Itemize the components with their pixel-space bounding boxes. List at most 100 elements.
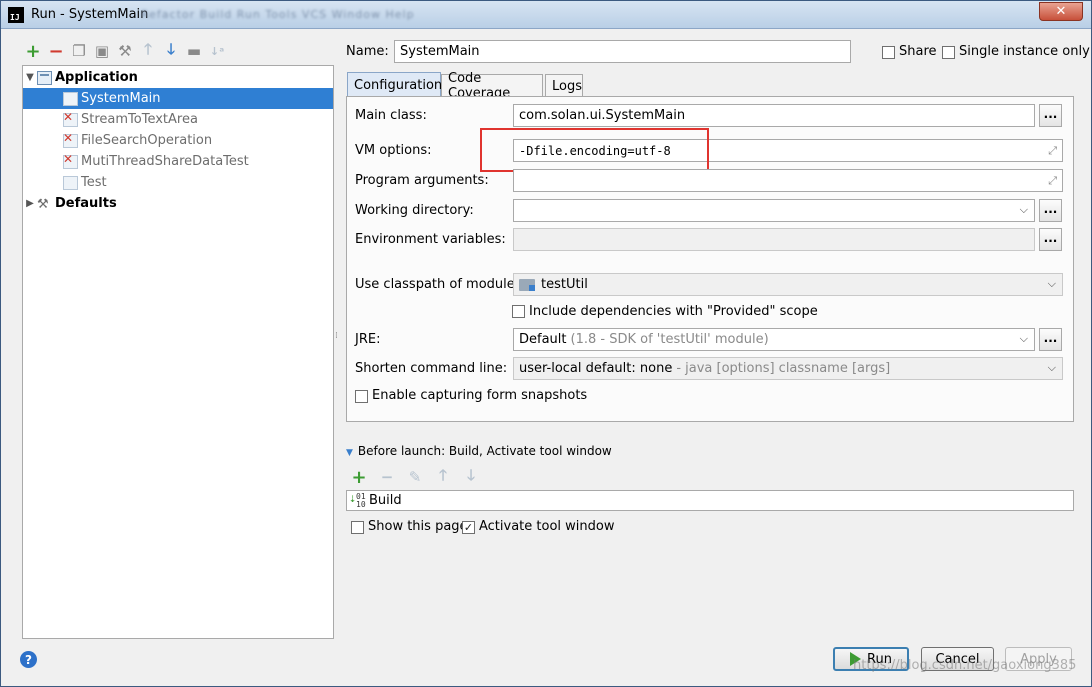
working-directory-label: Working directory: [355, 203, 474, 218]
watermark-text: https://blog.csdn.net/gaoxiong385 [853, 658, 1077, 673]
config-tree[interactable]: ▼ Application SystemMain ✕ StreamToTextA… [22, 65, 334, 639]
tree-label: Defaults [55, 196, 117, 211]
main-class-input[interactable]: com.solan.ui.SystemMain [513, 104, 1035, 127]
build-icon: ⇣ 01 10 [349, 490, 366, 509]
classpath-module-label: Use classpath of module: [355, 277, 520, 292]
program-arguments-input[interactable]: ⤢ [513, 169, 1063, 192]
chevron-down-icon[interactable]: ▼ [23, 72, 37, 83]
arrow-up-icon: 🡑 [144, 39, 152, 58]
before-launch-title: Before launch: Build, Activate tool wind… [357, 444, 612, 458]
config-error-icon: ✕ [63, 110, 78, 127]
tree-item-filesearchoperation[interactable]: ✕ FileSearchOperation [23, 130, 333, 151]
environment-variables-browse-button[interactable]: ... [1039, 228, 1062, 251]
jre-browse-button[interactable]: ... [1039, 328, 1062, 351]
classpath-module-combo[interactable]: testUtil ⌵ [513, 273, 1063, 296]
chevron-down-icon[interactable]: ⌵ [1020, 332, 1028, 346]
main-class-browse-button[interactable]: ... [1039, 104, 1062, 127]
tab-label: Logs [552, 78, 582, 94]
move-task-down-button[interactable]: 🡓 [461, 465, 481, 487]
chevron-down-icon[interactable]: ⌵ [1020, 203, 1028, 217]
folder-button[interactable]: ▬ [184, 41, 204, 61]
include-dependencies-checkbox[interactable] [512, 305, 525, 318]
arrow-up-icon: 🡑 [439, 465, 447, 484]
tree-node-application[interactable]: ▼ Application [23, 67, 333, 88]
vm-options-label: VM options: [355, 143, 432, 158]
working-directory-combo[interactable]: ⌵ [513, 199, 1035, 222]
environment-variables-label: Environment variables: [355, 232, 506, 247]
environment-variables-input[interactable] [513, 228, 1035, 251]
expand-icon[interactable]: ⤢ [1048, 144, 1057, 158]
shorten-command-line-label: Shorten command line: [355, 361, 508, 376]
tree-label: MutiThreadShareDataTest [81, 154, 249, 169]
show-page-checkbox[interactable] [351, 521, 364, 534]
arrow-down-icon: 🡓 [167, 39, 175, 58]
window-title: Run - SystemMain [31, 7, 149, 22]
add-task-button[interactable]: + [349, 466, 369, 488]
single-instance-label: Single instance only [959, 44, 1090, 59]
expand-icon[interactable]: ⤢ [1048, 174, 1057, 188]
help-button[interactable]: ? [20, 651, 37, 668]
application-icon [37, 70, 52, 85]
plus-icon: + [351, 466, 367, 488]
remove-task-button[interactable]: − [377, 467, 397, 487]
save-config-button[interactable]: ▣ [92, 41, 112, 61]
activate-tool-window-checkbox[interactable]: ✓ [462, 521, 475, 534]
enable-snapshots-checkbox[interactable] [355, 390, 368, 403]
wrench-icon: ⚒ [118, 42, 132, 60]
tree-node-defaults[interactable]: ▶ ⚒ Defaults [23, 193, 333, 214]
sort-button[interactable]: ↓ᵃ [207, 41, 227, 61]
enable-snapshots-label: Enable capturing form snapshots [372, 388, 588, 403]
remove-config-button[interactable]: − [46, 41, 66, 62]
working-directory-browse-button[interactable]: ... [1039, 199, 1062, 222]
chevron-down-icon[interactable]: ⌵ [1048, 277, 1056, 291]
tab-logs[interactable]: Logs [545, 74, 583, 97]
wrench-icon: ⚒ [37, 196, 49, 212]
close-button[interactable]: ✕ [1039, 2, 1083, 21]
shorten-command-line-hint: - java [options] classname [args] [676, 361, 891, 376]
save-icon: ▣ [94, 42, 110, 60]
tree-label: Test [81, 175, 107, 190]
splitter-handle[interactable]: ⁞ [335, 331, 339, 345]
folder-icon: ▬ [186, 42, 202, 60]
name-input[interactable]: SystemMain [394, 40, 851, 63]
program-arguments-label: Program arguments: [355, 173, 489, 188]
jre-combo[interactable]: Default (1.8 - SDK of 'testUtil' module)… [513, 328, 1035, 351]
chevron-down-icon[interactable]: ⌵ [1048, 361, 1056, 375]
config-error-icon: ✕ [63, 131, 78, 148]
shorten-command-line-combo[interactable]: user-local default: none - java [options… [513, 357, 1063, 380]
move-up-button[interactable]: 🡑 [138, 39, 158, 61]
move-down-button[interactable]: 🡓 [161, 39, 181, 61]
share-checkbox[interactable] [882, 46, 895, 59]
edit-task-button[interactable]: ✎ [405, 467, 425, 487]
intellij-logo-icon: IJ [8, 7, 24, 23]
jre-label: JRE: [355, 332, 381, 347]
red-highlight-box [480, 128, 709, 172]
run-config-dialog: IJ Run - SystemMain Refactor Build Run T… [0, 0, 1092, 687]
single-instance-checkbox[interactable] [942, 46, 955, 59]
tree-item-mutithreadsharedatatest[interactable]: ✕ MutiThreadShareDataTest [23, 151, 333, 172]
add-config-button[interactable]: + [23, 41, 43, 62]
tab-configuration[interactable]: Configuration [347, 72, 442, 97]
name-label: Name: [346, 44, 389, 59]
chevron-right-icon[interactable]: ▶ [23, 198, 37, 209]
move-task-up-button[interactable]: 🡑 [433, 465, 453, 487]
before-launch-list[interactable]: ⇣ 01 10 Build [346, 490, 1074, 511]
before-launch-header[interactable]: ▼ Before launch: Build, Activate tool win… [346, 444, 612, 458]
config-toolbar: + − ❐ ▣ ⚒ 🡑 🡓 ▬ ↓ᵃ [23, 39, 227, 62]
tree-item-streamtotextarea[interactable]: ✕ StreamToTextArea [23, 109, 333, 130]
before-launch-item-build[interactable]: Build [369, 493, 402, 508]
edit-defaults-button[interactable]: ⚒ [115, 41, 135, 61]
tree-item-test[interactable]: Test [23, 172, 333, 193]
copy-config-button[interactable]: ❐ [69, 41, 89, 61]
title-bar: IJ Run - SystemMain Refactor Build Run T… [1, 1, 1091, 29]
main-class-label: Main class: [355, 108, 427, 123]
tree-item-systemmain[interactable]: SystemMain [23, 88, 333, 109]
arrow-down-icon: 🡓 [467, 465, 475, 484]
before-launch-toolbar: + − ✎ 🡑 🡓 [349, 465, 481, 488]
classpath-module-value: testUtil [541, 277, 588, 292]
share-label: Share [899, 44, 937, 59]
tree-label: SystemMain [81, 91, 161, 106]
sort-alpha-icon: ↓ᵃ [209, 44, 225, 58]
shorten-command-line-value: user-local default: none [519, 361, 673, 376]
tab-code-coverage[interactable]: Code Coverage [441, 71, 543, 101]
